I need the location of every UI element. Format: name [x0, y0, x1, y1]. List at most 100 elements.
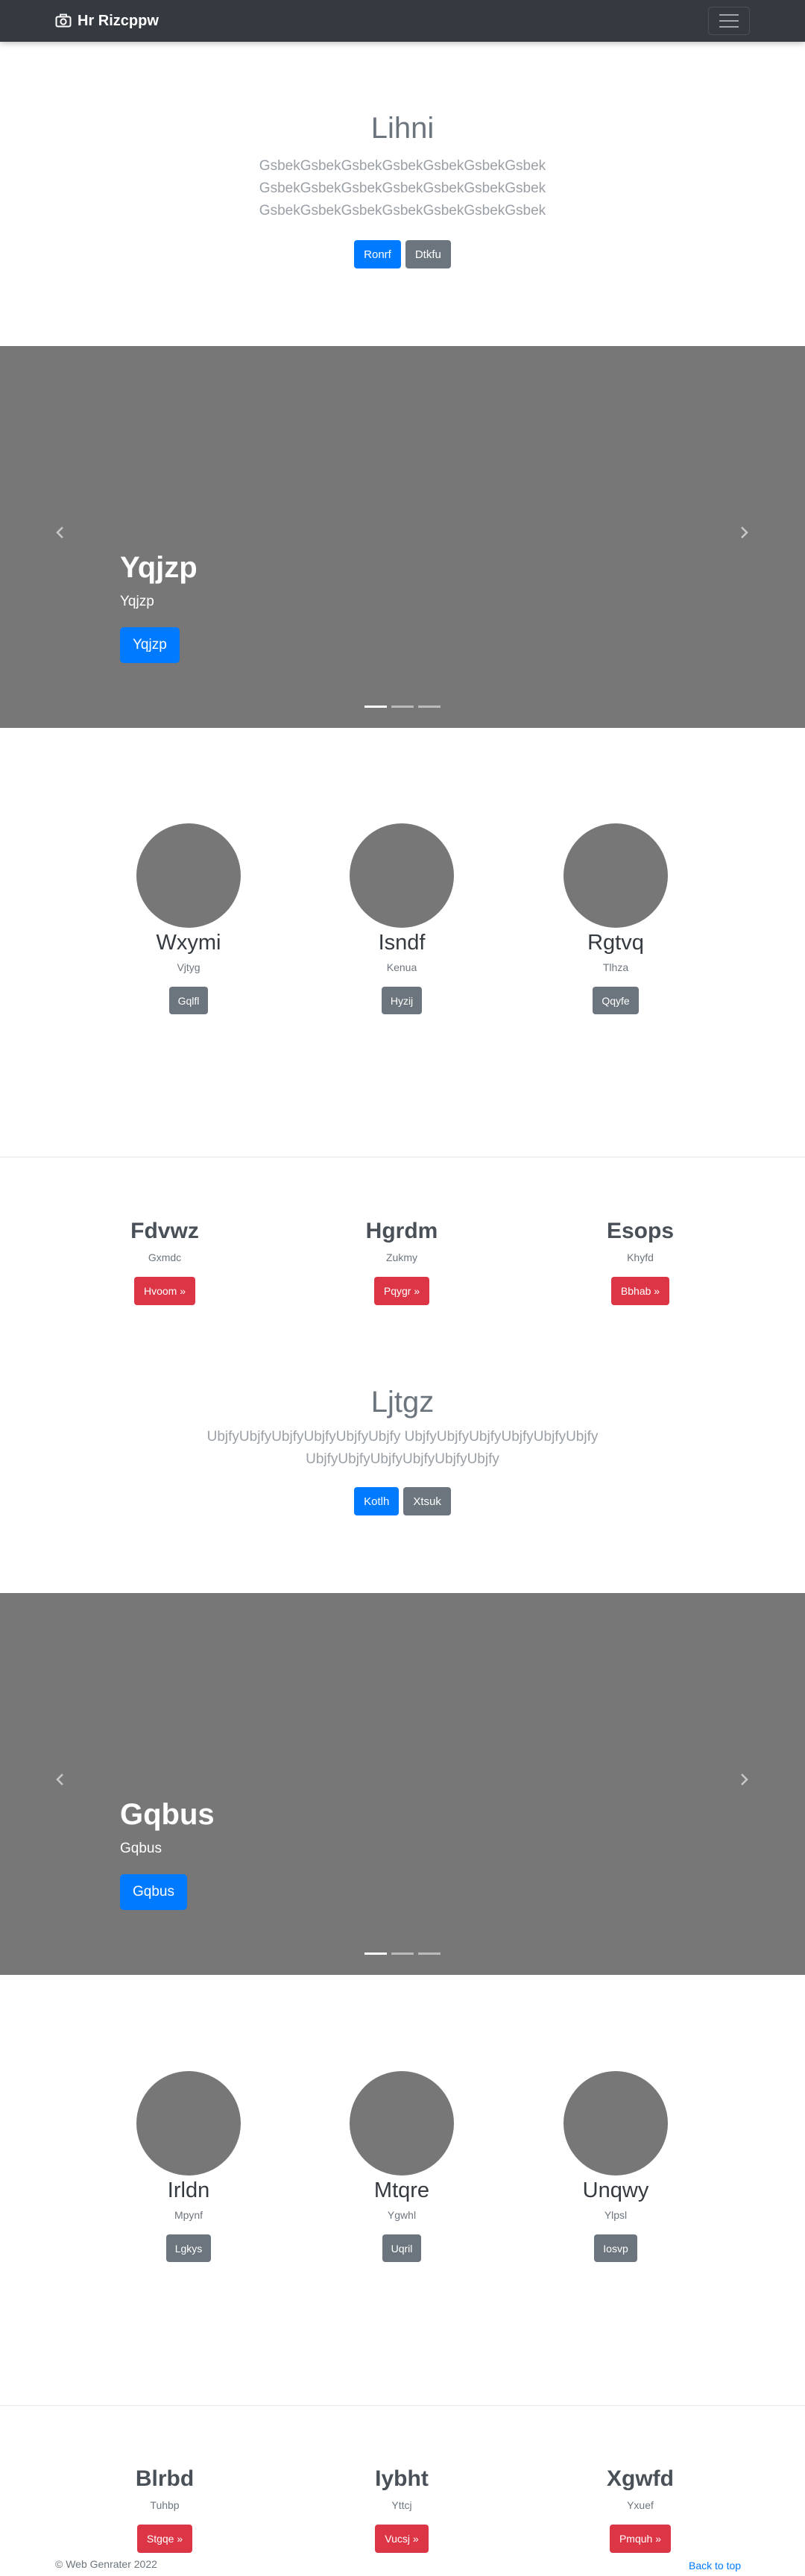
team-card: Isndf Kenua Hyzij [290, 823, 514, 1014]
team-name: Isndf [378, 931, 426, 955]
camera-icon [55, 13, 72, 28]
footer-copyright: © Web Genrater 2022 [55, 2558, 157, 2570]
team-card: Wxymi Vjtyg Gqlfl [77, 823, 300, 1014]
team-card: Irldn Mpynf Lgkys [77, 2071, 300, 2262]
hero-primary-button[interactable]: Ronrf [354, 240, 401, 268]
feature-card: Iybht Yttcj Vucsj » [290, 2466, 514, 2553]
team-button[interactable]: Gqlfl [168, 987, 209, 1014]
hero-line: GsbekGsbekGsbekGsbekGsbekGsbekGsbek [259, 203, 546, 219]
avatar-placeholder [564, 2071, 668, 2176]
hamburger-menu-icon [719, 14, 739, 16]
feature-sub: Gxmdc [148, 1251, 182, 1263]
carousel-caption-button[interactable]: Yqjzp [120, 627, 180, 663]
feature-title: Hgrdm [365, 1219, 438, 1243]
avatar-placeholder [564, 823, 668, 928]
team-sub: Mpynf [174, 2209, 203, 2221]
feature-card: Esops Khyfd Bbhab » [528, 1219, 752, 1305]
avatar-placeholder [136, 823, 241, 928]
team-name: Rgtvq [587, 931, 644, 955]
chevron-left-icon[interactable] [53, 525, 68, 540]
carousel-indicator[interactable] [364, 706, 387, 708]
carousel-indicator[interactable] [364, 1953, 387, 1955]
feature-title: Blrbd [135, 2466, 195, 2491]
carousel-indicators [364, 1953, 441, 1955]
navbar-brand[interactable]: Hr Rizcppw [55, 12, 159, 30]
carousel-caption-subtitle: Gqbus [120, 1841, 162, 1856]
feature-title: Fdvwz [130, 1219, 199, 1243]
feature-button[interactable]: Pmquh » [609, 2525, 672, 2553]
feature-title: Xgwfd [607, 2466, 674, 2491]
team-card: Rgtvq Tlhza Qqyfe [504, 823, 727, 1014]
feature-card: Fdvwz Gxmdc Hvoom » [53, 1219, 277, 1305]
team-name: Unqwy [582, 2178, 649, 2202]
feature-card: Hgrdm Zukmy Pqygr » [290, 1219, 514, 1305]
feature-sub: Khyfd [627, 1251, 654, 1263]
feature-sub: Zukmy [386, 1251, 417, 1263]
brand-text: Hr Rizcppw [78, 12, 159, 29]
team-button[interactable]: Hyzij [381, 987, 423, 1014]
carousel-caption-subtitle: Yqjzp [120, 594, 154, 609]
feature-title: Iybht [375, 2466, 429, 2491]
team-name: Irldn [167, 2178, 210, 2202]
team-sub: Ygwhl [387, 2209, 417, 2221]
chevron-left-icon[interactable] [53, 1772, 68, 1787]
hero-line: GsbekGsbekGsbekGsbekGsbekGsbekGsbek [259, 158, 546, 174]
team-card: Unqwy Ylpsl Iosvp [504, 2071, 727, 2262]
team-sub: Vjtyg [177, 961, 201, 973]
team-button[interactable]: Uqril [382, 2234, 422, 2262]
hero-section-2: Ljtgz [0, 1386, 805, 1419]
back-to-top-link[interactable]: Back to top [689, 2560, 741, 2572]
team-name: Mtqre [373, 2178, 430, 2202]
feature-sub: Yxuef [627, 2499, 654, 2511]
team-button[interactable]: Iosvp [594, 2234, 637, 2262]
team-button[interactable]: Lgkys [165, 2234, 212, 2262]
feature-title: Esops [606, 1219, 675, 1243]
hero-buttons-2: Kotlh Xtsuk [0, 1487, 805, 1515]
avatar-placeholder [136, 2071, 241, 2176]
team-sub: Ylpsl [604, 2209, 628, 2221]
carousel-indicator[interactable] [418, 706, 441, 708]
carousel-caption-button[interactable]: Gqbus [120, 1874, 187, 1910]
team-button[interactable]: Qqyfe [593, 987, 639, 1014]
hero-line: UbjfyUbjfyUbjfyUbjfyUbjfyUbjfy [306, 1451, 499, 1467]
chevron-right-icon[interactable] [736, 1772, 751, 1787]
carousel-indicators [364, 706, 441, 708]
hero-buttons-1: Ronrf Dtkfu [0, 240, 805, 268]
feature-button[interactable]: Pqygr » [373, 1277, 430, 1305]
feature-sub: Tuhbp [150, 2499, 180, 2511]
team-sub: Tlhza [602, 961, 629, 973]
carousel-caption-title: Yqjzp [120, 551, 198, 584]
feature-button[interactable]: Bbhab » [610, 1277, 670, 1305]
feature-sub: Yttcj [391, 2499, 412, 2511]
avatar-placeholder [350, 823, 454, 928]
carousel-indicator[interactable] [418, 1953, 441, 1955]
carousel-1: Yqjzp Yqjzp Yqjzp [0, 346, 805, 728]
hero-secondary-button[interactable]: Xtsuk [403, 1487, 451, 1515]
carousel-caption-title: Gqbus [120, 1798, 215, 1831]
avatar-placeholder [350, 2071, 454, 2176]
hero-section-1: Lihni [0, 112, 805, 145]
carousel-indicator[interactable] [391, 706, 414, 708]
hero-primary-button[interactable]: Kotlh [354, 1487, 400, 1515]
feature-card: Xgwfd Yxuef Pmquh » [528, 2466, 752, 2553]
team-sub: Kenua [386, 961, 417, 973]
feature-button[interactable]: Hvoom » [133, 1277, 196, 1305]
navbar-toggler-button[interactable] [708, 7, 750, 35]
hero-line: GsbekGsbekGsbekGsbekGsbekGsbekGsbek [259, 180, 546, 196]
feature-card: Blrbd Tuhbp Stgqe » [53, 2466, 277, 2553]
hero-line: UbjfyUbjfyUbjfyUbjfyUbjfyUbjfy UbjfyUbjf… [206, 1429, 599, 1445]
team-card: Mtqre Ygwhl Uqril [290, 2071, 514, 2262]
feature-button[interactable]: Vucsj » [375, 2525, 429, 2553]
hero-text-2: UbjfyUbjfyUbjfyUbjfyUbjfyUbjfy UbjfyUbjf… [0, 1426, 805, 1471]
chevron-right-icon[interactable] [736, 525, 751, 540]
hero-secondary-button[interactable]: Dtkfu [405, 240, 451, 268]
section-divider [0, 2405, 805, 2406]
feature-button[interactable]: Stgqe » [136, 2525, 193, 2553]
hero-text-1: GsbekGsbekGsbekGsbekGsbekGsbekGsbek Gsbe… [0, 155, 805, 222]
team-name: Wxymi [156, 931, 221, 955]
carousel-2: Gqbus Gqbus Gqbus [0, 1593, 805, 1975]
hero-title: Lihni [370, 112, 435, 145]
carousel-indicator[interactable] [391, 1953, 414, 1955]
hero-title: Ljtgz [370, 1386, 435, 1419]
navbar: Hr Rizcppw [0, 0, 805, 42]
